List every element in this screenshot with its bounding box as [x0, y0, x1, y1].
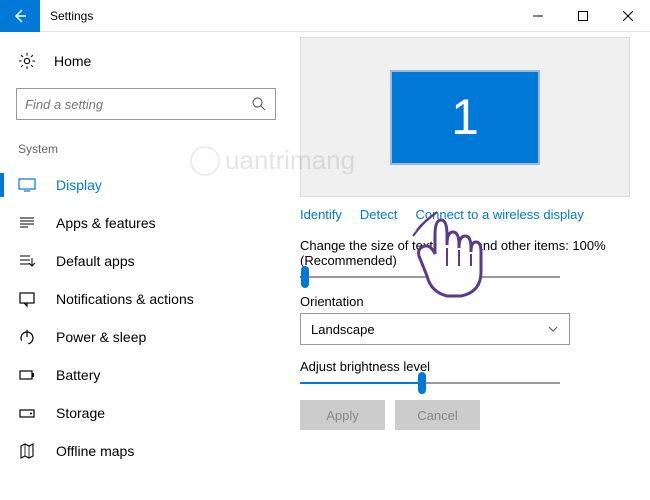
nav-item-default-apps[interactable]: Default apps: [10, 242, 280, 280]
category-label: System: [10, 138, 280, 160]
home-label: Home: [54, 53, 91, 69]
search-input[interactable]: [25, 97, 251, 112]
brightness-label: Adjust brightness level: [300, 359, 630, 374]
close-icon: [623, 11, 633, 21]
scale-label: Change the size of text, apps, and other…: [300, 238, 630, 268]
maps-icon: [18, 442, 36, 460]
search-box[interactable]: [16, 88, 276, 120]
apply-button[interactable]: Apply: [300, 400, 385, 430]
sidebar: Home System Display Apps &: [0, 32, 290, 500]
brightness-slider-thumb[interactable]: [418, 372, 426, 394]
nav-label: Offline maps: [56, 443, 134, 459]
back-button[interactable]: [0, 0, 40, 32]
search-icon: [251, 96, 267, 112]
battery-icon: [18, 366, 36, 384]
nav-item-apps[interactable]: Apps & features: [10, 204, 280, 242]
gear-icon: [18, 52, 36, 70]
maximize-button[interactable]: [560, 0, 605, 32]
scale-slider-thumb[interactable]: [301, 266, 309, 288]
chevron-down-icon: [547, 323, 559, 335]
connect-wireless-link[interactable]: Connect to a wireless display: [416, 207, 584, 222]
close-button[interactable]: [605, 0, 650, 32]
main-panel: 1 Identify Detect Connect to a wireless …: [290, 32, 650, 500]
nav-label: Apps & features: [56, 215, 156, 231]
window-title: Settings: [50, 9, 93, 23]
home-button[interactable]: Home: [10, 46, 280, 76]
orientation-value: Landscape: [311, 322, 375, 337]
detect-link[interactable]: Detect: [360, 207, 398, 222]
orientation-dropdown[interactable]: Landscape: [300, 313, 570, 345]
default-apps-icon: [18, 252, 36, 270]
brightness-slider[interactable]: [300, 382, 560, 384]
minimize-button[interactable]: [515, 0, 560, 32]
nav-item-offline-maps[interactable]: Offline maps: [10, 432, 280, 470]
power-icon: [18, 328, 36, 346]
nav-label: Display: [56, 177, 102, 193]
nav-item-battery[interactable]: Battery: [10, 356, 280, 394]
monitor-number: 1: [451, 88, 479, 146]
nav-label: Notifications & actions: [56, 291, 194, 307]
maximize-icon: [578, 11, 588, 21]
display-icon: [18, 176, 36, 194]
nav-item-notifications[interactable]: Notifications & actions: [10, 280, 280, 318]
nav-item-power[interactable]: Power & sleep: [10, 318, 280, 356]
scale-slider[interactable]: [300, 276, 560, 278]
nav-label: Storage: [56, 405, 105, 421]
cancel-button[interactable]: Cancel: [395, 400, 480, 430]
minimize-icon: [533, 11, 543, 21]
notifications-icon: [18, 290, 36, 308]
nav-label: Power & sleep: [56, 329, 146, 345]
nav-label: Battery: [56, 367, 100, 383]
monitor-1[interactable]: 1: [390, 70, 540, 165]
apps-icon: [18, 214, 36, 232]
nav-item-display[interactable]: Display: [10, 166, 280, 204]
display-preview: 1: [300, 37, 630, 197]
back-arrow-icon: [12, 8, 28, 24]
identify-link[interactable]: Identify: [300, 207, 342, 222]
nav-label: Default apps: [56, 253, 135, 269]
orientation-label: Orientation: [300, 294, 630, 309]
nav-item-storage[interactable]: Storage: [10, 394, 280, 432]
storage-icon: [18, 404, 36, 422]
